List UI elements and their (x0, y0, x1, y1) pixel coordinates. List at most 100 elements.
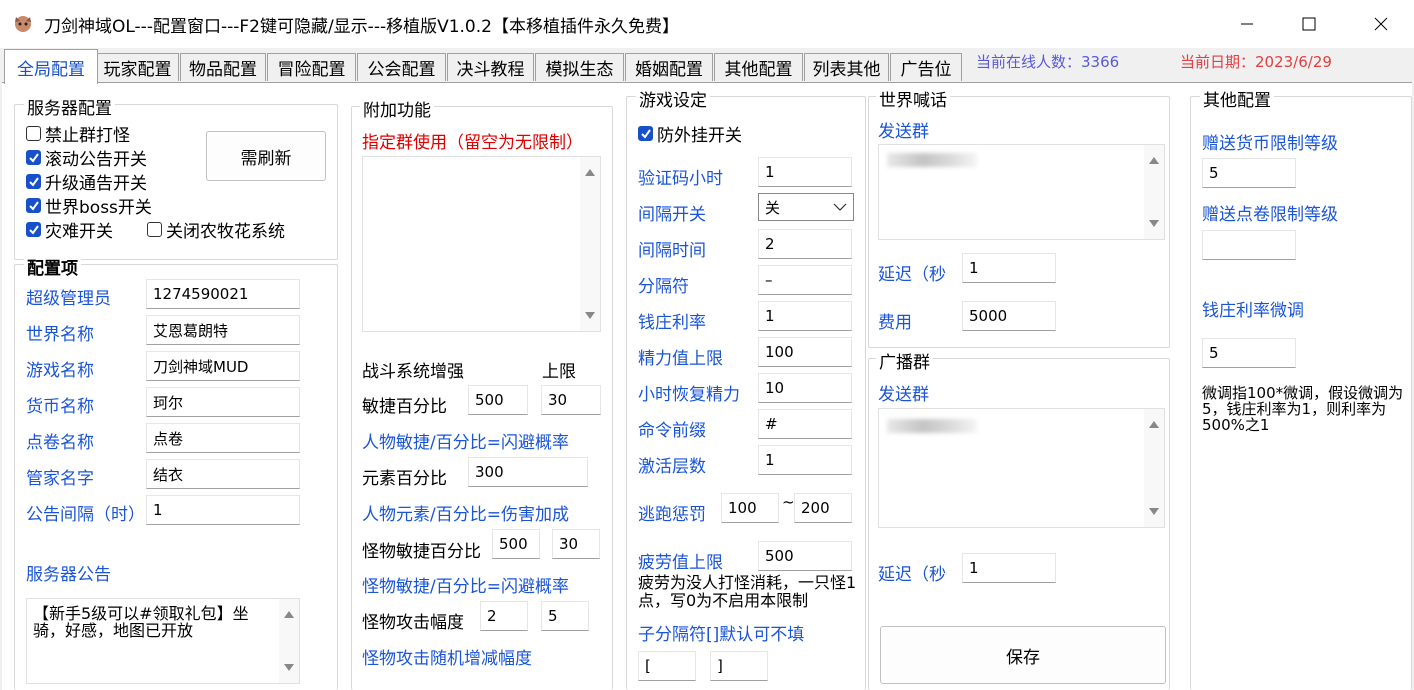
checkbox-close-farm[interactable]: 关闭农牧花系统 (147, 217, 285, 242)
escape-min-input[interactable]: 100 (721, 493, 779, 523)
agility-limit-input[interactable]: 30 (541, 385, 601, 415)
sub-separator-right-input[interactable]: ] (710, 651, 768, 681)
config-items-title: 配置项 (24, 254, 81, 279)
energy-hour-label: 小时恢复精力 (638, 385, 740, 405)
tab-global[interactable]: 全局配置 (4, 49, 98, 84)
world-delay-input[interactable]: 1 (962, 253, 1056, 283)
bank-rate-adjust-input[interactable]: 5 (1202, 338, 1296, 368)
scroll-up-icon[interactable] (284, 611, 294, 618)
checkbox-disaster[interactable]: 灾难开关 (26, 217, 113, 242)
title-bar: 刀剑神域OL---配置窗口---F2键可隐藏/显示---移植版V1.0.2【本移… (0, 0, 1414, 48)
checkbox-no-group-fight[interactable]: 禁止群打怪 (26, 121, 130, 146)
checkmark-icon[interactable] (638, 126, 653, 141)
command-prefix-input[interactable]: # (758, 409, 852, 439)
gift-point-level-input[interactable] (1202, 230, 1296, 260)
broadcast-send-group-textarea[interactable] (878, 408, 1165, 528)
scrollbar[interactable] (580, 157, 600, 331)
captcha-input[interactable]: 1 (758, 157, 852, 187)
interval-switch-select[interactable]: 关 (758, 193, 854, 221)
agility-label: 敏捷百分比 (362, 397, 447, 417)
scrollbar[interactable] (1144, 409, 1164, 527)
checkbox-box[interactable] (26, 126, 41, 141)
sub-separator-left-input[interactable]: [ (638, 651, 696, 681)
monster-attack-max-input[interactable]: 5 (541, 601, 589, 631)
checkmark-icon[interactable] (26, 222, 41, 237)
tab-items[interactable]: 物品配置 (180, 53, 266, 81)
server-announce-textarea[interactable]: 【新手5级可以#领取礼包】坐骑，好感，地图已开放 (26, 598, 300, 684)
scroll-down-icon[interactable] (1149, 220, 1159, 227)
escape-range-tilde: ~ (782, 493, 795, 511)
group-limit-textarea[interactable] (362, 156, 601, 332)
gift-currency-level-label: 赠送货币限制等级 (1202, 134, 1338, 154)
interval-switch-label: 间隔开关 (638, 205, 706, 225)
maximize-button[interactable] (1278, 0, 1340, 48)
app-logo-icon (12, 12, 34, 34)
checkmark-icon[interactable] (26, 198, 41, 213)
broadcast-delay-label: 延迟（秒 (878, 565, 946, 585)
announce-interval-input[interactable]: 1 (146, 495, 300, 525)
checkbox-world-boss[interactable]: 世界boss开关 (26, 193, 152, 218)
world-send-group-textarea[interactable] (878, 144, 1165, 240)
world-fee-input[interactable]: 5000 (962, 301, 1056, 331)
energy-max-input[interactable]: 100 (758, 337, 852, 367)
world-name-input[interactable]: 艾恩葛朗特 (146, 315, 300, 345)
agility-input[interactable]: 500 (468, 385, 528, 415)
point-name-input[interactable]: 点卷 (146, 423, 300, 453)
server-announce-text: 【新手5级可以#领取礼包】坐骑，好感，地图已开放 (33, 604, 249, 640)
tab-marriage[interactable]: 婚姻配置 (625, 53, 713, 81)
tab-player[interactable]: 玩家配置 (96, 53, 179, 81)
game-name-input[interactable]: 刀剑神域MUD (146, 351, 300, 381)
interval-time-label: 间隔时间 (638, 241, 706, 261)
fatigue-max-label: 疲劳值上限 (638, 553, 723, 573)
checkbox-levelup-notice[interactable]: 升级通告开关 (26, 169, 147, 194)
scroll-up-icon[interactable] (585, 169, 595, 176)
save-button[interactable]: 保存 (880, 626, 1166, 684)
bank-rate-label: 钱庄利率 (638, 313, 706, 333)
scroll-up-icon[interactable] (1149, 157, 1159, 164)
separator-input[interactable]: – (758, 265, 852, 295)
close-button[interactable] (1350, 0, 1412, 48)
escape-max-input[interactable]: 200 (794, 493, 852, 523)
refresh-button[interactable]: 需刷新 (206, 131, 326, 181)
monster-attack-min-input[interactable]: 2 (480, 601, 528, 631)
monster-agility-input[interactable]: 500 (492, 529, 540, 559)
checkbox-scroll-announce[interactable]: 滚动公告开关 (26, 145, 147, 170)
interval-time-input[interactable]: 2 (758, 229, 852, 259)
checkmark-icon[interactable] (26, 150, 41, 165)
checkbox-anticheat[interactable]: 防外挂开关 (638, 121, 742, 146)
minimize-button[interactable] (1216, 0, 1278, 48)
checkmark-icon[interactable] (26, 174, 41, 189)
server-announce-label: 服务器公告 (26, 565, 111, 585)
tab-duel[interactable]: 决斗教程 (447, 53, 534, 81)
scroll-down-icon[interactable] (585, 312, 595, 319)
checkbox-box[interactable] (147, 222, 162, 237)
tab-adventure[interactable]: 冒险配置 (267, 53, 356, 81)
element-input[interactable]: 300 (468, 457, 588, 487)
chevron-down-icon (833, 203, 847, 211)
tab-ecology[interactable]: 模拟生态 (535, 53, 624, 81)
world-send-group-label: 发送群 (878, 122, 929, 142)
tab-list-other[interactable]: 列表其他 (804, 53, 889, 81)
scrollbar[interactable] (279, 599, 299, 683)
tab-ads[interactable]: 广告位 (890, 53, 962, 81)
tab-guild[interactable]: 公会配置 (357, 53, 446, 81)
currency-name-input[interactable]: 珂尔 (146, 387, 300, 417)
gift-currency-level-input[interactable]: 5 (1202, 158, 1296, 188)
activate-layers-input[interactable]: 1 (758, 445, 852, 475)
monster-agility-limit-input[interactable]: 30 (552, 529, 600, 559)
broadcast-send-group-label: 发送群 (878, 385, 929, 405)
energy-hour-input[interactable]: 10 (758, 373, 852, 403)
scroll-up-icon[interactable] (1149, 421, 1159, 428)
bank-rate-adjust-note: 微调指100*微调，假设微调为5，钱庄利率为1，则利率为500%之1 (1202, 384, 1404, 434)
tab-other-config[interactable]: 其他配置 (714, 53, 803, 81)
scroll-down-icon[interactable] (284, 664, 294, 671)
scroll-down-icon[interactable] (1149, 508, 1159, 515)
admin-input[interactable]: 1274590021 (146, 279, 300, 309)
sub-separator-label: 子分隔符[]默认可不填 (638, 625, 805, 645)
scrollbar[interactable] (1144, 145, 1164, 239)
bank-rate-input[interactable]: 1 (758, 301, 852, 331)
butler-name-input[interactable]: 结衣 (146, 459, 300, 489)
fatigue-max-input[interactable]: 500 (758, 541, 852, 571)
broadcast-delay-input[interactable]: 1 (962, 553, 1056, 583)
butler-name-label: 管家名字 (26, 469, 94, 489)
